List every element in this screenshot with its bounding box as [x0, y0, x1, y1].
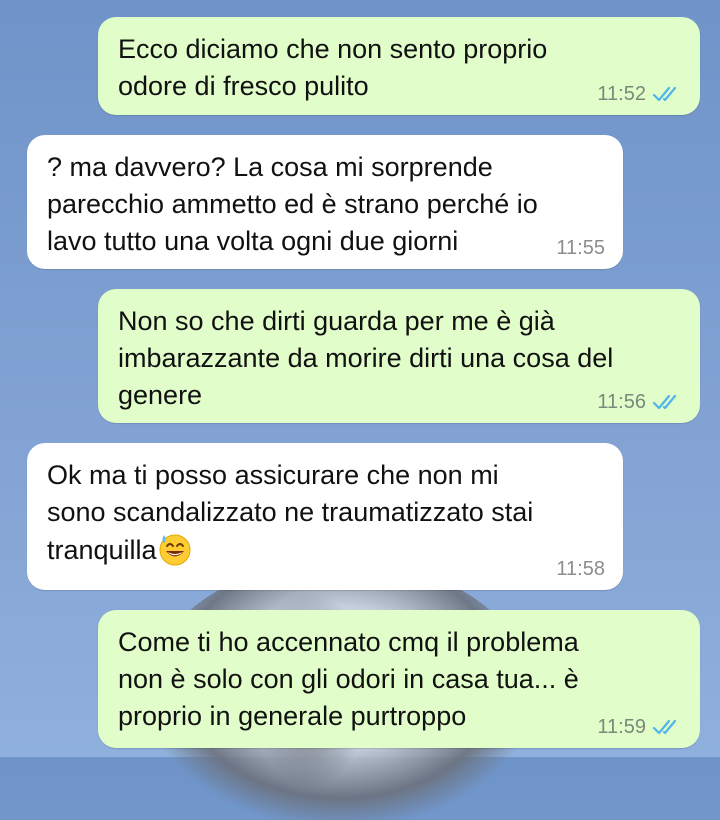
message-text: Ecco diciamo che non sento proprio odore… — [118, 34, 548, 101]
message-bubble-outgoing[interactable]: Come ti ho accennato cmq il problema non… — [98, 610, 700, 748]
message-bubble-outgoing[interactable]: Ecco diciamo che non sento proprio odore… — [98, 17, 700, 115]
message-text-body: Ok ma ti posso assicurare che non mi son… — [47, 460, 534, 565]
message-time: 11:58 — [556, 558, 605, 580]
read-receipt-icon — [652, 86, 677, 102]
grinning-face-with-sweat-icon — [159, 534, 191, 566]
message-text: Come ti ho accennato cmq il problema non… — [118, 627, 579, 731]
message-meta: 11:56 — [597, 391, 682, 413]
message-meta: 11:58 — [556, 558, 605, 580]
message-time: 11:59 — [597, 716, 646, 738]
read-receipt-icon — [652, 719, 677, 735]
message-meta: 11:55 — [556, 237, 605, 259]
chat-messages[interactable]: Ecco diciamo che non sento proprio odore… — [0, 0, 720, 757]
message-time: 11:56 — [597, 391, 646, 413]
message-meta: 11:52 — [597, 83, 682, 105]
message-bubble-incoming[interactable]: Ok ma ti posso assicurare che non mi son… — [27, 443, 623, 590]
read-receipt-icon — [652, 394, 677, 410]
message-bubble-outgoing[interactable]: Non so che dirti guarda per me è già imb… — [98, 289, 700, 423]
message-time: 11:52 — [597, 83, 646, 105]
message-meta: 11:59 — [597, 716, 682, 738]
message-time: 11:55 — [556, 237, 605, 259]
message-bubble-incoming[interactable]: ? ma davvero? La cosa mi sorprende parec… — [27, 135, 623, 269]
message-text: Ok ma ti posso assicurare che non mi son… — [47, 457, 603, 569]
message-text: ? ma davvero? La cosa mi sorprende parec… — [47, 152, 538, 256]
message-text: Non so che dirti guarda per me è già imb… — [118, 306, 614, 410]
